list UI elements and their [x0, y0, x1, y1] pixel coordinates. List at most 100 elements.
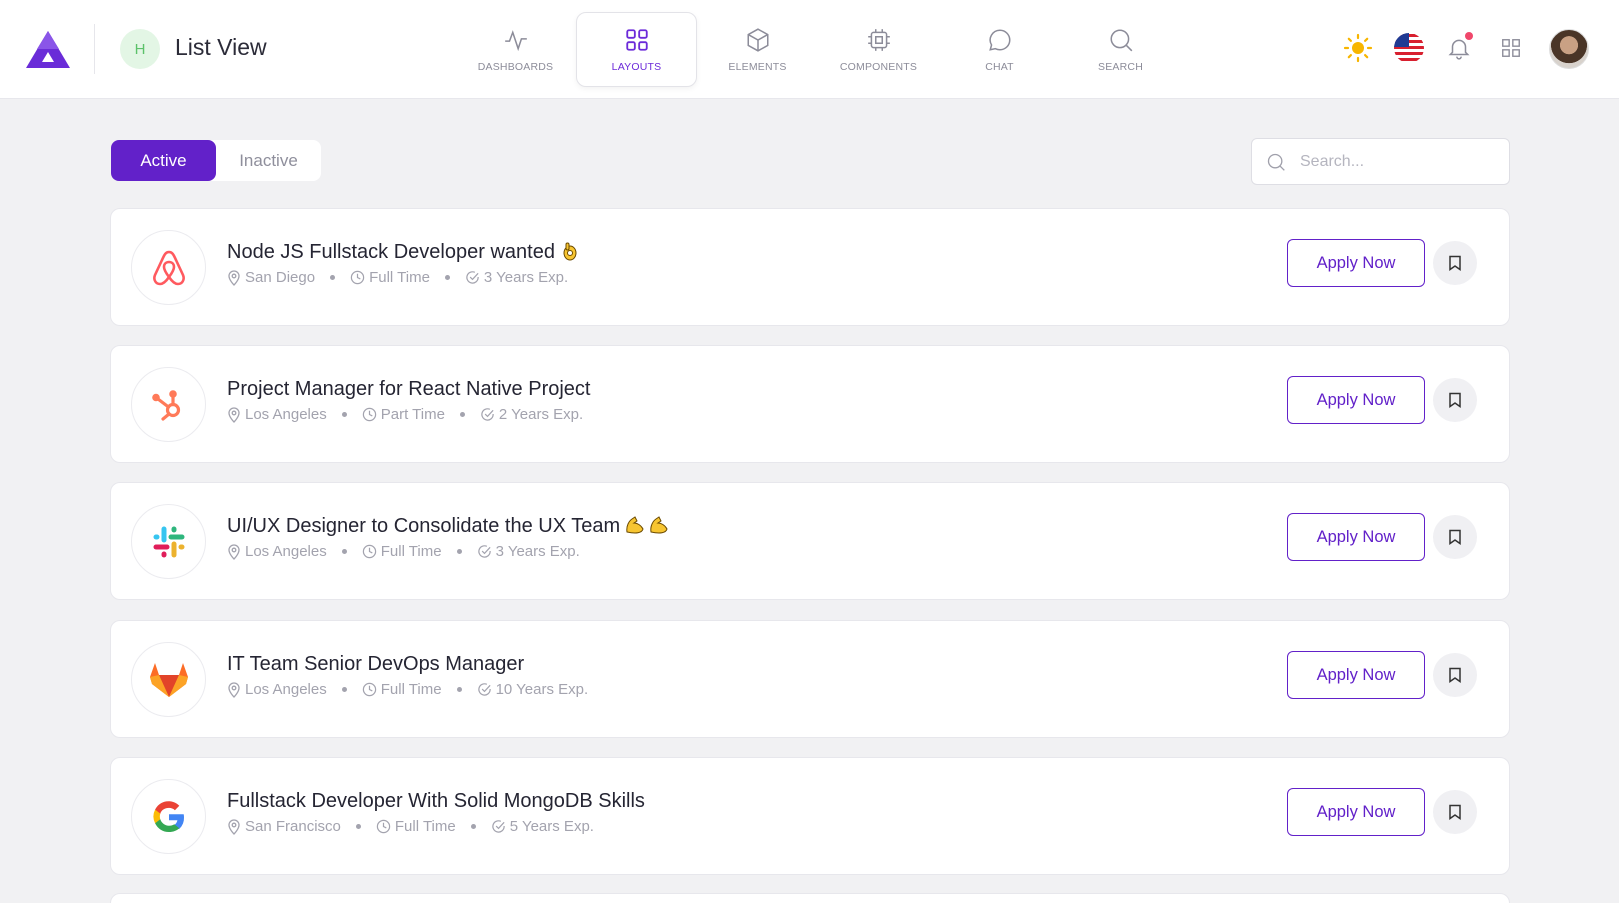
job-experience: 3 Years Exp. [465, 269, 568, 286]
bookmark-button[interactable] [1433, 378, 1477, 422]
check-circle-icon [477, 545, 491, 558]
airbnb-logo-icon [131, 230, 206, 305]
map-pin-icon [228, 681, 240, 698]
notifications-button[interactable] [1443, 32, 1475, 64]
slack-logo-icon [131, 504, 206, 579]
page-title: List View [175, 34, 267, 60]
us-flag-icon [1394, 33, 1424, 63]
job-title[interactable]: UI/UX Designer to Consolidate the UX Tea… [227, 515, 672, 538]
notification-badge [1465, 32, 1473, 40]
language-button[interactable] [1393, 32, 1425, 64]
apply-now-button[interactable]: Apply Now [1287, 513, 1425, 561]
apps-button[interactable] [1495, 32, 1527, 64]
job-title[interactable]: Project Manager for React Native Project [227, 378, 591, 401]
nav-elements[interactable]: ELEMENTS [697, 12, 818, 87]
bookmark-icon [1449, 529, 1461, 545]
job-type: Part Time [362, 406, 445, 423]
tab-inactive[interactable]: Inactive [216, 140, 321, 181]
search-icon [1109, 28, 1132, 51]
job-location: Los Angeles [227, 681, 327, 698]
apps-grid-icon [1502, 39, 1520, 57]
user-avatar[interactable] [1549, 29, 1589, 69]
nav-label: CHAT [985, 60, 1014, 73]
nav-label: LAYOUTS [611, 60, 662, 73]
main-nav: DASHBOARDS LAYOUTS ELEMENTS COMPONENTS C… [455, 12, 1181, 87]
header-divider [94, 24, 95, 74]
gitlab-logo-icon [131, 642, 206, 717]
meta-separator [355, 824, 361, 829]
job-meta: Los Angeles Full Time 3 Years Exp. [227, 543, 580, 560]
status-tabs: Active Inactive [111, 140, 321, 181]
job-card: IT Team Senior DevOps Manager Los Angele… [110, 620, 1510, 738]
check-circle-icon [477, 683, 491, 696]
meta-separator [456, 687, 462, 692]
meta-separator [470, 824, 476, 829]
clock-icon [362, 407, 376, 422]
map-pin-icon [228, 406, 240, 423]
map-pin-icon [228, 543, 240, 560]
activity-icon [504, 29, 527, 51]
ok-hand-emoji-icon [563, 242, 577, 261]
map-pin-icon [228, 818, 240, 835]
job-card: UI/UX Designer to Consolidate the UX Tea… [110, 482, 1510, 600]
page-avatar: H [120, 29, 160, 69]
job-experience: 5 Years Exp. [491, 818, 594, 835]
top-header: H List View DASHBOARDS LAYOUTS ELEMENTS … [0, 0, 1619, 99]
meta-separator [330, 275, 336, 280]
bookmark-icon [1449, 667, 1461, 683]
cube-icon [746, 27, 769, 52]
job-title[interactable]: IT Team Senior DevOps Manager [227, 653, 524, 676]
nav-search[interactable]: SEARCH [1060, 12, 1181, 87]
nav-layouts[interactable]: LAYOUTS [576, 12, 697, 87]
job-location: San Francisco [227, 818, 341, 835]
check-circle-icon [491, 820, 505, 833]
job-type: Full Time [350, 269, 430, 286]
apply-now-button[interactable]: Apply Now [1287, 239, 1425, 287]
hubspot-logo-icon [131, 367, 206, 442]
meta-separator [341, 549, 347, 554]
apply-now-button[interactable]: Apply Now [1287, 651, 1425, 699]
job-experience: 3 Years Exp. [477, 543, 580, 560]
job-title[interactable]: Fullstack Developer With Solid MongoDB S… [227, 790, 645, 813]
job-card [110, 893, 1510, 903]
job-meta: Los Angeles Part Time 2 Years Exp. [227, 406, 583, 423]
nav-label: ELEMENTS [728, 60, 787, 73]
brand-logo-icon[interactable] [24, 28, 72, 70]
nav-label: DASHBOARDS [477, 60, 554, 73]
google-logo-icon [131, 779, 206, 854]
clock-icon [376, 819, 391, 834]
nav-dashboards[interactable]: DASHBOARDS [455, 12, 576, 87]
check-circle-icon [481, 408, 494, 421]
job-type: Full Time [362, 543, 442, 560]
meta-separator [444, 275, 450, 280]
grid-icon [625, 28, 648, 51]
theme-toggle-button[interactable] [1342, 32, 1374, 64]
bookmark-button[interactable] [1433, 241, 1477, 285]
chip-icon [867, 28, 890, 51]
map-pin-icon [228, 269, 240, 286]
bookmark-icon [1449, 255, 1461, 271]
job-location: Los Angeles [227, 543, 327, 560]
apply-now-button[interactable]: Apply Now [1287, 788, 1425, 836]
meta-separator [341, 412, 347, 417]
job-title[interactable]: Node JS Fullstack Developer wanted [227, 241, 579, 264]
job-meta: San Diego Full Time 3 Years Exp. [227, 269, 568, 286]
meta-separator [459, 412, 465, 417]
bookmark-button[interactable] [1433, 790, 1477, 834]
bookmark-button[interactable] [1433, 515, 1477, 559]
bookmark-button[interactable] [1433, 653, 1477, 697]
bookmark-icon [1449, 392, 1461, 408]
job-meta: San Francisco Full Time 5 Years Exp. [227, 818, 594, 835]
meta-separator [341, 687, 347, 692]
search-input[interactable] [1300, 152, 1490, 171]
chat-icon [988, 28, 1011, 51]
clock-icon [362, 682, 376, 697]
nav-label: COMPONENTS [839, 60, 918, 73]
nav-chat[interactable]: CHAT [939, 12, 1060, 87]
meta-separator [456, 549, 462, 554]
job-card: Fullstack Developer With Solid MongoDB S… [110, 757, 1510, 875]
job-location: San Diego [227, 269, 315, 286]
tab-active[interactable]: Active [111, 140, 216, 181]
nav-components[interactable]: COMPONENTS [818, 12, 939, 87]
apply-now-button[interactable]: Apply Now [1287, 376, 1425, 424]
